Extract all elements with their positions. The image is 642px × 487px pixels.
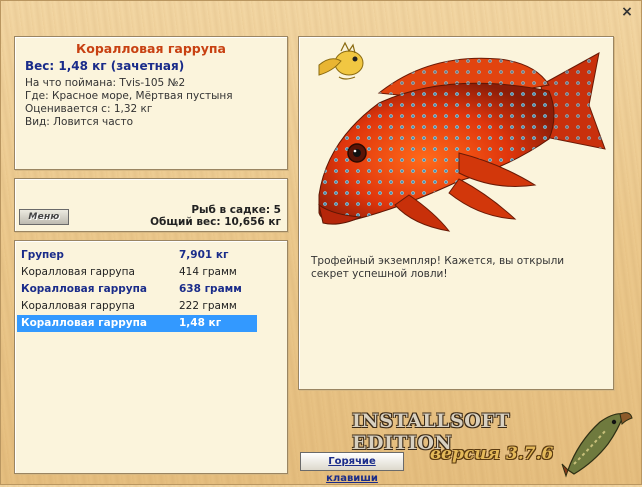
catch-name: Коралловая гаррупа xyxy=(21,266,135,278)
catch-weight: 414 грамм xyxy=(179,266,237,278)
location-text: Где: Красное море, Мёртвая пустыня xyxy=(25,90,233,102)
catch-name: Групер xyxy=(21,249,64,261)
fish-info-panel: Коралловая гаррупа Вес: 1,48 кг (зачетна… xyxy=(14,36,288,170)
fish-name-title: Коралловая гаррупа xyxy=(76,41,226,56)
catch-weight: 638 грамм xyxy=(179,283,242,295)
list-item[interactable]: Групер 7,901 кг xyxy=(17,247,257,264)
catch-list: Групер 7,901 кг Коралловая гаррупа 414 г… xyxy=(14,240,288,474)
catch-name: Коралловая гаррупа xyxy=(21,283,147,295)
catch-weight: 222 грамм xyxy=(179,300,237,312)
menu-button[interactable]: Меню xyxy=(19,209,69,225)
version-text: версия 3.7.6 xyxy=(430,444,554,464)
list-item-selected[interactable]: Коралловая гаррупа 1,48 кг xyxy=(17,315,257,332)
species-frequency-text: Вид: Ловится часто xyxy=(25,116,133,128)
fish-picture-panel: Трофейный экземпляр! Кажется, вы открыли… xyxy=(298,36,614,390)
fish-count: Рыб в садке: 5 xyxy=(191,204,281,216)
catch-weight: 7,901 кг xyxy=(179,249,229,261)
total-weight: Общий вес: 10,656 кг xyxy=(150,216,281,228)
pike-logo-icon xyxy=(561,412,633,478)
hotkeys-button[interactable]: Горячие клавиши xyxy=(300,452,404,484)
catch-name: Коралловая гаррупа xyxy=(21,300,135,312)
catch-weight: 1,48 кг xyxy=(179,317,222,329)
close-icon[interactable]: × xyxy=(619,4,635,20)
keepnet-summary-panel: Меню Рыб в садке: 5 Общий вес: 10,656 кг xyxy=(14,178,288,232)
list-item[interactable]: Коралловая гаррупа 222 грамм xyxy=(17,298,257,315)
coral-grouper-image xyxy=(318,52,606,232)
fish-weight: Вес: 1,48 кг (зачетная) xyxy=(25,59,185,73)
list-item[interactable]: Коралловая гаррупа 414 грамм xyxy=(17,264,257,281)
trophy-message: Трофейный экземпляр! Кажется, вы открыли… xyxy=(311,255,565,280)
catch-name: Коралловая гаррупа xyxy=(21,317,147,329)
list-item[interactable]: Коралловая гаррупа 638 грамм xyxy=(17,281,257,298)
appraised-from-text: Оценивается с: 1,32 кг xyxy=(25,103,153,115)
caught-with-text: На что поймана: Tvis-105 №2 xyxy=(25,77,186,89)
